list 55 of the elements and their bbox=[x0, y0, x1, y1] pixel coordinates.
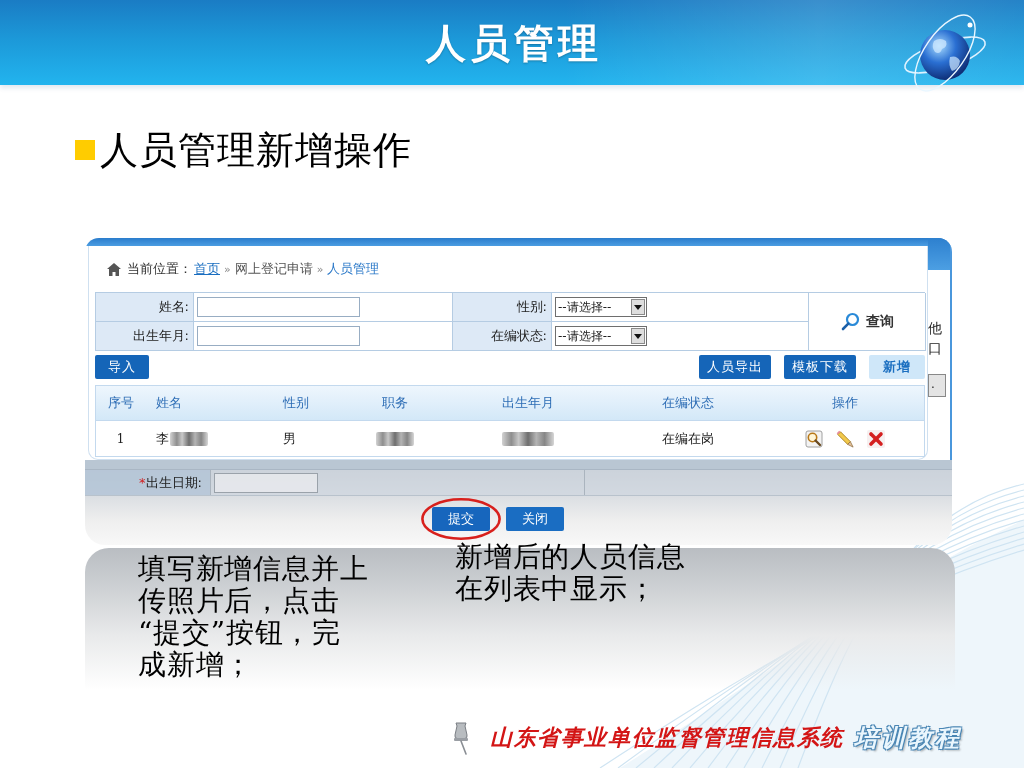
required-mark: * bbox=[139, 475, 146, 490]
table-cell: 李 bbox=[156, 429, 169, 448]
breadcrumb-separator: » bbox=[224, 262, 231, 276]
breadcrumb-item: 人员管理 bbox=[327, 260, 380, 278]
instruction-text: 填写新增信息并上 传照片后，点击 “提交”按钮，完 成新增； bbox=[138, 553, 369, 681]
column-header: 职务 bbox=[382, 394, 408, 412]
field-label: 在编状态: bbox=[453, 322, 552, 351]
column-header: 姓名 bbox=[156, 394, 182, 412]
field-label: 性别: bbox=[453, 293, 552, 322]
column-header: 在编状态 bbox=[661, 394, 714, 412]
magnifier-icon[interactable] bbox=[804, 429, 823, 448]
column-header: 性别 bbox=[283, 394, 309, 412]
form-button[interactable]: 关闭 bbox=[506, 507, 564, 531]
breadcrumb-item: 网上登记申请 bbox=[234, 260, 313, 278]
pencil-icon[interactable] bbox=[835, 429, 854, 448]
field-label: 姓名: bbox=[96, 293, 194, 322]
text-fragment: 他 bbox=[928, 319, 942, 338]
instruction-text: 新增后的人员信息 在列表中显示； bbox=[455, 541, 686, 605]
toolbar-button[interactable]: 模板下载 bbox=[784, 355, 856, 379]
blurred-redaction bbox=[376, 431, 414, 446]
caret-icon bbox=[631, 328, 645, 344]
input-field[interactable] bbox=[214, 472, 318, 493]
system-name: 山东省事业单位监督管理信息系统 bbox=[490, 724, 844, 752]
breadcrumb-label: 当前位置： bbox=[127, 260, 192, 278]
search-button[interactable]: 查询 bbox=[840, 311, 894, 332]
bullet-icon bbox=[75, 140, 95, 160]
blurred-redaction bbox=[501, 431, 554, 446]
toolbar-button[interactable]: 人员导出 bbox=[699, 355, 771, 379]
breadcrumb-separator: » bbox=[316, 262, 324, 276]
dropdown-select[interactable]: --请选择-- bbox=[555, 297, 647, 317]
tagline: 培训教程 bbox=[854, 723, 962, 754]
column-header: 序号 bbox=[107, 394, 134, 412]
column-header: 操作 bbox=[831, 394, 858, 412]
text-fragment: 口 bbox=[928, 339, 942, 358]
home-icon bbox=[107, 262, 121, 276]
column-header: 出生年月 bbox=[501, 394, 554, 412]
toolbar-button[interactable]: 导入 bbox=[95, 355, 149, 379]
form-button[interactable]: 提交 bbox=[432, 507, 490, 531]
slide-title: 人员管理 bbox=[424, 20, 602, 65]
search-icon bbox=[840, 311, 860, 332]
dropdown-select[interactable]: --请选择-- bbox=[555, 326, 647, 346]
input-field[interactable] bbox=[197, 297, 360, 317]
field-label: 出生年月: bbox=[96, 322, 194, 351]
toolbar-button[interactable]: 新增 bbox=[869, 355, 925, 379]
button-fragment[interactable]: . bbox=[928, 374, 946, 397]
input-field[interactable] bbox=[197, 326, 360, 346]
field-label: 出生日期: bbox=[145, 473, 202, 492]
delete-icon[interactable] bbox=[866, 429, 885, 448]
breadcrumb-item[interactable]: 首页 bbox=[194, 260, 220, 278]
table-cell: 男 bbox=[283, 429, 296, 448]
section-heading: 人员管理新增操作 bbox=[100, 128, 412, 172]
table-cell: 在编在岗 bbox=[661, 429, 714, 448]
blurred-redaction bbox=[170, 431, 208, 446]
caret-icon bbox=[631, 299, 645, 315]
table-cell: 1 bbox=[116, 431, 125, 446]
